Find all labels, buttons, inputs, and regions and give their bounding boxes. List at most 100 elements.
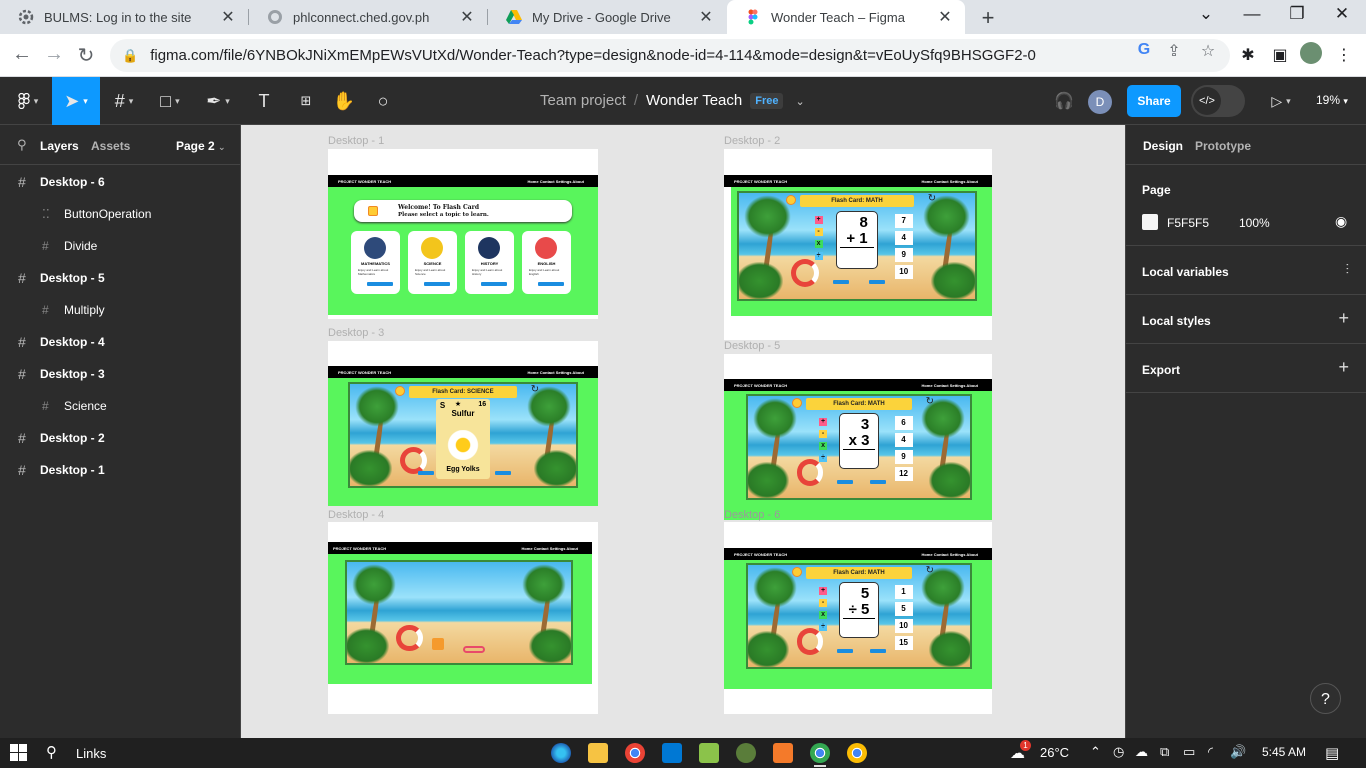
chrome-icon[interactable] bbox=[625, 743, 645, 763]
local-variables-section[interactable]: Local variables ⫶ bbox=[1126, 246, 1366, 295]
search-icon[interactable]: ⚲ bbox=[17, 137, 27, 153]
windows-start-icon[interactable] bbox=[10, 744, 27, 761]
frame-desktop-3[interactable]: PROJECT WONDER TEACH Home Contact Settin… bbox=[328, 341, 598, 506]
restore-button[interactable]: ❐ bbox=[1277, 4, 1317, 24]
start-learning-button[interactable] bbox=[481, 282, 507, 286]
export-section[interactable]: Export + bbox=[1126, 344, 1366, 393]
start-learning-button[interactable] bbox=[538, 282, 564, 286]
layer-row[interactable]: # Desktop - 1 bbox=[0, 454, 240, 486]
page-color-value[interactable]: F5F5F5 bbox=[1167, 216, 1209, 230]
wifi-icon[interactable]: ◜ bbox=[1208, 744, 1213, 760]
operator-button[interactable]: - bbox=[819, 599, 828, 608]
next-button[interactable] bbox=[870, 648, 887, 653]
answer-choice[interactable]: 7 bbox=[894, 214, 913, 229]
notepad-icon[interactable] bbox=[699, 743, 719, 763]
comment-tool-icon[interactable]: ○ bbox=[366, 77, 400, 125]
page-opacity-value[interactable]: 100% bbox=[1239, 216, 1270, 230]
browser-tab-phlconnect[interactable]: phlconnect.ched.gov.ph ✕ bbox=[249, 0, 487, 34]
operator-button[interactable]: + bbox=[814, 216, 823, 225]
answer-choice[interactable]: 12 bbox=[894, 467, 913, 482]
tab-design[interactable]: Design bbox=[1143, 139, 1183, 153]
answer-choice[interactable]: 15 bbox=[894, 636, 913, 651]
chrome-profile-icon[interactable] bbox=[847, 743, 867, 763]
answer-choice[interactable]: 4 bbox=[894, 433, 913, 448]
topic-card[interactable]: SCIENCE Enjoy and Learn about Science bbox=[408, 231, 457, 294]
layer-row[interactable]: # Desktop - 3 bbox=[0, 358, 240, 390]
layer-row[interactable]: # Desktop - 6 bbox=[0, 166, 240, 198]
tab-prototype[interactable]: Prototype bbox=[1195, 139, 1251, 153]
weather-temperature[interactable]: 26°C bbox=[1040, 745, 1069, 760]
chevron-down-icon[interactable]: ⌄ bbox=[795, 96, 804, 108]
search-icon[interactable]: ⚲ bbox=[46, 743, 57, 761]
answer-choice[interactable]: 9 bbox=[894, 450, 913, 465]
operator-button[interactable]: x bbox=[819, 442, 828, 451]
answer-choice[interactable]: 10 bbox=[894, 619, 913, 634]
headphones-icon[interactable]: 🎧 bbox=[1050, 77, 1078, 125]
add-export-icon[interactable]: + bbox=[1338, 357, 1349, 378]
browser-tab-google-drive[interactable]: My Drive - Google Drive ✕ bbox=[488, 0, 726, 34]
close-tab-icon[interactable]: ✕ bbox=[696, 7, 716, 27]
help-button[interactable]: ? bbox=[1310, 683, 1341, 714]
chrome-menu-icon[interactable]: ⋮ bbox=[1333, 45, 1355, 65]
vscode-icon[interactable] bbox=[662, 743, 682, 763]
frame-desktop-5[interactable]: PROJECT WONDER TEACH Home Contact Settin… bbox=[724, 354, 992, 520]
operator-button[interactable]: - bbox=[819, 430, 828, 439]
file-name[interactable]: Wonder Teach bbox=[646, 92, 742, 109]
layer-row[interactable]: ⁚⁚ ButtonOperation bbox=[0, 198, 240, 230]
operator-button[interactable]: + bbox=[819, 587, 828, 596]
layer-row[interactable]: # Multiply bbox=[0, 294, 240, 326]
layer-row[interactable]: # Science bbox=[0, 390, 240, 422]
google-translate-icon[interactable]: G bbox=[1133, 41, 1155, 59]
operator-button[interactable]: ÷ bbox=[819, 623, 828, 632]
hand-tool-icon[interactable]: ✋ bbox=[328, 77, 360, 125]
refresh-icon[interactable]: ↻ bbox=[928, 193, 936, 204]
layer-row[interactable]: # Divide bbox=[0, 230, 240, 262]
frame-tool-icon[interactable]: # ▾ bbox=[104, 77, 144, 125]
forward-arrow-icon[interactable]: → bbox=[42, 43, 66, 66]
resources-icon[interactable]: ⊞ bbox=[288, 77, 324, 125]
clock-time[interactable]: 5:45 AM bbox=[1262, 745, 1306, 759]
frame-desktop-1[interactable]: PROJECT WONDER TEACH Home Contact Settin… bbox=[328, 149, 598, 319]
rectangle-tool-icon[interactable]: □ ▾ bbox=[150, 77, 190, 125]
topic-card[interactable]: MATHEMATICS Enjoy and Learn about Mathema… bbox=[351, 231, 400, 294]
side-panel-icon[interactable]: ▣ bbox=[1269, 45, 1291, 65]
new-tab-button[interactable]: + bbox=[976, 5, 1000, 31]
frame-label[interactable]: Desktop - 1 bbox=[328, 135, 384, 147]
close-window-button[interactable]: ✕ bbox=[1322, 4, 1362, 24]
frame-label[interactable]: Desktop - 3 bbox=[328, 327, 384, 339]
frame-label[interactable]: Desktop - 5 bbox=[724, 340, 780, 352]
answer-choice[interactable]: 9 bbox=[894, 248, 913, 263]
browser-tab-figma[interactable]: Wonder Teach – Figma ✕ bbox=[727, 0, 965, 34]
science-card[interactable]: S ★ 16 Sulfur Egg Yolks bbox=[435, 399, 491, 479]
frame-desktop-6[interactable]: PROJECT WONDER TEACH Home Contact Settin… bbox=[724, 522, 992, 714]
layer-row[interactable]: # Desktop - 2 bbox=[0, 422, 240, 454]
page-selector[interactable]: Page 2 ⌄ bbox=[176, 139, 226, 153]
edge-icon[interactable] bbox=[551, 743, 571, 763]
frame-label[interactable]: Desktop - 6 bbox=[724, 509, 780, 521]
topic-card[interactable]: ENGLISH Enjoy and Learn about English bbox=[522, 231, 571, 294]
answer-choice[interactable]: 1 bbox=[894, 585, 913, 600]
submit-button[interactable] bbox=[836, 479, 853, 484]
add-style-icon[interactable]: + bbox=[1338, 308, 1349, 329]
bookmark-star-icon[interactable]: ☆ bbox=[1197, 41, 1219, 61]
operator-button[interactable]: ÷ bbox=[819, 454, 828, 463]
page-color-swatch[interactable] bbox=[1142, 214, 1158, 230]
share-page-icon[interactable]: ⇪ bbox=[1163, 41, 1185, 61]
answer-choice[interactable]: 4 bbox=[894, 231, 913, 246]
file-explorer-icon[interactable] bbox=[588, 743, 608, 763]
frame-desktop-2[interactable]: PROJECT WONDER TEACH Home Contact Settin… bbox=[724, 149, 992, 340]
start-learning-button[interactable] bbox=[367, 282, 393, 286]
tab-search-icon[interactable]: ⌄ bbox=[1186, 4, 1226, 24]
start-learning-button[interactable] bbox=[424, 282, 450, 286]
battery-icon[interactable]: ▭ bbox=[1183, 744, 1195, 760]
present-play-icon[interactable]: ▷ ▾ bbox=[1262, 77, 1300, 125]
flash-card[interactable]: 3x 3 bbox=[839, 413, 879, 470]
onedrive-icon[interactable]: ☁ bbox=[1135, 744, 1148, 760]
layer-row[interactable]: # Desktop - 5 bbox=[0, 262, 240, 294]
meet-now-icon[interactable]: ◷ bbox=[1113, 744, 1124, 760]
chevron-up-icon[interactable]: ⌃ bbox=[1090, 744, 1101, 760]
share-button[interactable]: Share bbox=[1127, 85, 1181, 117]
operator-button[interactable]: x bbox=[819, 611, 828, 620]
submit-button[interactable] bbox=[833, 279, 850, 284]
topic-card[interactable]: HISTORY Enjoy and Learn about History bbox=[465, 231, 514, 294]
